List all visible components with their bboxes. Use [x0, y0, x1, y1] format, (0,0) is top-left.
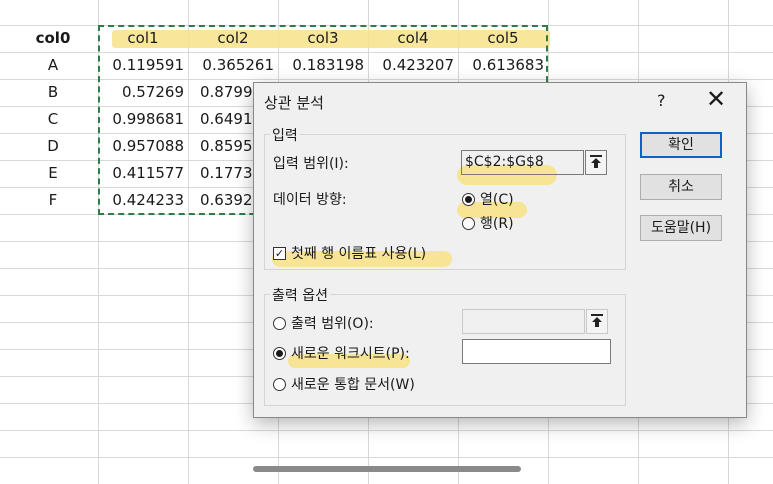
grid-line [0, 457, 773, 458]
close-icon[interactable]: ✕ [706, 85, 726, 113]
first-row-labels-checkbox[interactable]: ✓ [273, 247, 286, 260]
output-range-label[interactable]: 출력 범위(O): [291, 313, 374, 333]
row-label-cell[interactable]: F [8, 187, 98, 214]
row-label-cell[interactable]: E [8, 160, 98, 187]
row-label-cell[interactable]: D [8, 133, 98, 160]
radio-new-workbook[interactable] [273, 378, 286, 391]
collapse-arrow-icon [591, 314, 603, 327]
horizontal-scrollbar[interactable] [253, 466, 521, 472]
new-workbook-label[interactable]: 새로운 통합 문서(W) [291, 374, 415, 394]
output-range-picker-button [586, 309, 608, 334]
radio-output-range[interactable] [273, 317, 286, 330]
input-range-picker-button[interactable] [585, 150, 607, 175]
new-worksheet-name-field[interactable] [462, 339, 611, 364]
row-label-cell[interactable]: C [8, 106, 98, 133]
collapse-arrow-icon [590, 155, 602, 168]
output-range-field [462, 309, 585, 334]
radio-new-worksheet[interactable] [273, 347, 286, 360]
input-range-label: 입력 범위(I): [273, 156, 349, 172]
radio-row[interactable] [462, 217, 475, 230]
ok-button[interactable]: 확인 [640, 132, 722, 158]
radio-column[interactable] [462, 193, 475, 206]
dialog-title: 상관 분석 [264, 94, 324, 112]
input-group-label: 입력 [270, 125, 300, 145]
cancel-button[interactable]: 취소 [640, 174, 722, 200]
radio-row-label[interactable]: 행(R) [480, 213, 514, 233]
help-button[interactable]: 도움말(H) [640, 215, 722, 241]
row-label-cell[interactable]: B [8, 79, 98, 106]
output-group-label: 출력 옵션 [270, 285, 330, 305]
header-cell-col0[interactable]: col0 [8, 25, 98, 52]
row-label-cell[interactable]: A [8, 52, 98, 79]
radio-column-label[interactable]: 열(C) [480, 189, 514, 209]
input-range-field[interactable]: $C$2:$G$8 [461, 150, 584, 175]
correlation-dialog: 상관 분석 ? ✕ 입력 입력 범위(I): $C$2:$G$8 데이터 방향:… [253, 82, 747, 418]
first-row-labels-label[interactable]: 첫째 행 이름표 사용(L) [291, 243, 426, 263]
grid-line [0, 430, 773, 431]
help-icon[interactable]: ? [657, 91, 666, 110]
new-worksheet-label[interactable]: 새로운 워크시트(P): [291, 343, 410, 363]
data-direction-label: 데이터 방향: [273, 192, 347, 208]
